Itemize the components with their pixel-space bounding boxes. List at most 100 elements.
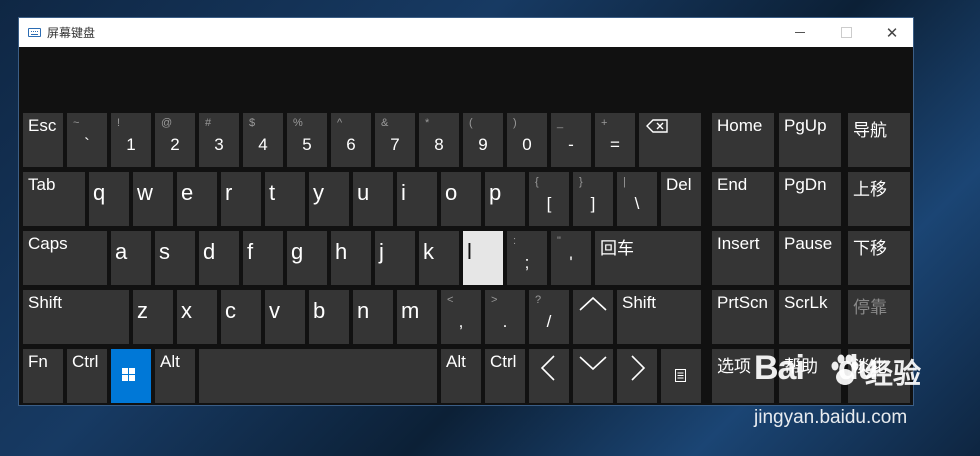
key-shift-right[interactable]: Shift <box>617 290 701 344</box>
paw-icon <box>831 354 859 385</box>
key-label: ' <box>569 253 573 272</box>
key-6[interactable]: ^ 6 <box>331 113 371 167</box>
key-period[interactable]: >. <box>485 290 525 344</box>
key-caps[interactable]: Caps <box>23 231 107 285</box>
key-rbracket[interactable]: }] <box>573 172 613 226</box>
key-2[interactable]: @2 <box>155 113 195 167</box>
key-v[interactable]: v <box>265 290 305 344</box>
key-h[interactable]: h <box>331 231 371 285</box>
key-8[interactable]: * 8 <box>419 113 459 167</box>
key-space[interactable] <box>199 349 437 403</box>
key-shift-left[interactable]: Shift <box>23 290 129 344</box>
key-i[interactable]: i <box>397 172 437 226</box>
key-semicolon[interactable]: :; <box>507 231 547 285</box>
key-shift-label: < <box>447 294 454 306</box>
key-f[interactable]: f <box>243 231 283 285</box>
key-menu[interactable] <box>661 349 701 403</box>
key-nav[interactable]: 导航 <box>848 113 910 167</box>
key-7[interactable]: & 7 <box>375 113 415 167</box>
key-b[interactable]: b <box>309 290 349 344</box>
key-enter[interactable]: 回车 <box>595 231 701 285</box>
key-home[interactable]: Home <box>712 113 774 167</box>
key-j[interactable]: j <box>375 231 415 285</box>
key-pgup[interactable]: PgUp <box>779 113 841 167</box>
key-e[interactable]: e <box>177 172 217 226</box>
key-0[interactable]: ) 0 <box>507 113 547 167</box>
key-arrow-left[interactable] <box>529 349 569 403</box>
key-q[interactable]: q <box>89 172 129 226</box>
key-k[interactable]: k <box>419 231 459 285</box>
key-label: 7 <box>390 135 400 154</box>
key-alt-left[interactable]: Alt <box>155 349 195 403</box>
key-backtick[interactable]: ~ ` <box>67 113 107 167</box>
key-label: 2 <box>170 135 180 154</box>
key-x[interactable]: x <box>177 290 217 344</box>
key-prtscn[interactable]: PrtScn <box>712 290 774 344</box>
key-arrow-down[interactable] <box>573 349 613 403</box>
key-y[interactable]: y <box>309 172 349 226</box>
key-g[interactable]: g <box>287 231 327 285</box>
key-insert[interactable]: Insert <box>712 231 774 285</box>
key-p[interactable]: p <box>485 172 525 226</box>
key-quote[interactable]: " ' <box>551 231 591 285</box>
close-button[interactable]: ✕ <box>869 18 915 47</box>
key-d[interactable]: d <box>199 231 239 285</box>
key-l[interactable]: l <box>463 231 503 285</box>
key-3[interactable]: #3 <box>199 113 239 167</box>
key-esc[interactable]: Esc <box>23 113 63 167</box>
key-o[interactable]: o <box>441 172 481 226</box>
key-backslash[interactable]: | \ <box>617 172 657 226</box>
key-label: d <box>203 239 216 264</box>
key-ctrl-right[interactable]: Ctrl <box>485 349 525 403</box>
key-scrlk[interactable]: ScrLk <box>779 290 841 344</box>
key-z[interactable]: z <box>133 290 173 344</box>
maximize-button[interactable] <box>823 18 869 47</box>
key-w[interactable]: w <box>133 172 173 226</box>
key-comma[interactable]: <, <box>441 290 481 344</box>
key-c[interactable]: c <box>221 290 261 344</box>
key-backspace[interactable] <box>639 113 701 167</box>
key-equal[interactable]: + = <box>595 113 635 167</box>
key-a[interactable]: a <box>111 231 151 285</box>
key-u[interactable]: u <box>353 172 393 226</box>
key-4[interactable]: $4 <box>243 113 283 167</box>
key-label: q <box>93 180 106 205</box>
windows-logo-icon <box>122 368 136 382</box>
key-5[interactable]: % 5 <box>287 113 327 167</box>
key-pgdn[interactable]: PgDn <box>779 172 841 226</box>
key-r[interactable]: r <box>221 172 261 226</box>
key-s[interactable]: s <box>155 231 195 285</box>
key-label: j <box>379 239 384 264</box>
key-label: PrtScn <box>717 293 769 312</box>
key-lbracket[interactable]: {[ <box>529 172 569 226</box>
key-m[interactable]: m <box>397 290 437 344</box>
key-del[interactable]: Del <box>661 172 701 226</box>
key-pause[interactable]: Pause <box>779 231 841 285</box>
key-label: Ctrl <box>490 352 517 371</box>
key-move-up[interactable]: 上移 <box>848 172 910 226</box>
key-label: f <box>247 239 254 264</box>
key-fn[interactable]: Fn <box>23 349 63 403</box>
key-label: 9 <box>478 135 488 154</box>
key-arrow-right[interactable] <box>617 349 657 403</box>
key-label: ; <box>524 253 530 272</box>
minimize-button[interactable] <box>777 18 823 47</box>
key-n[interactable]: n <box>353 290 393 344</box>
key-minus[interactable]: _ - <box>551 113 591 167</box>
window-title: 屏幕键盘 <box>47 26 96 40</box>
title-bar[interactable]: 屏幕键盘 ✕ <box>19 18 913 47</box>
key-tab[interactable]: Tab <box>23 172 85 226</box>
key-move-down[interactable]: 下移 <box>848 231 910 285</box>
key-windows[interactable] <box>111 349 151 403</box>
key-slash[interactable]: ? / <box>529 290 569 344</box>
key-label: 5 <box>302 135 312 154</box>
key-t[interactable]: t <box>265 172 305 226</box>
key-end[interactable]: End <box>712 172 774 226</box>
key-alt-right[interactable]: Alt <box>441 349 481 403</box>
key-1[interactable]: ! 1 <box>111 113 151 167</box>
key-dock[interactable]: 停靠 <box>848 290 910 344</box>
key-9[interactable]: (9 <box>463 113 503 167</box>
key-ctrl-left[interactable]: Ctrl <box>67 349 107 403</box>
close-icon: ✕ <box>885 23 899 42</box>
key-arrow-up[interactable] <box>573 290 613 344</box>
